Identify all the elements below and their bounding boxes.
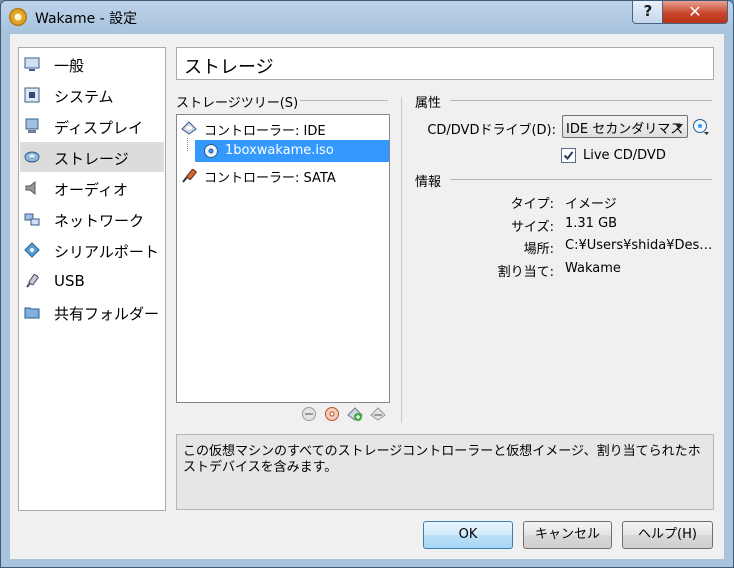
- ide-controller-icon: [181, 121, 197, 135]
- sidebar-item-label: USB: [54, 272, 85, 290]
- dialog-client: 一般 システム ディスプレイ ストレージ オーディオ ネットワーク シリアルポー…: [10, 34, 724, 559]
- cd-dvd-drive-value: IDE セカンダリマス: [566, 122, 684, 137]
- tree-row-label: コントローラー: SATA: [204, 171, 336, 186]
- serial-port-icon: [24, 242, 40, 258]
- settings-sidebar: 一般 システム ディスプレイ ストレージ オーディオ ネットワーク シリアルポー…: [18, 47, 166, 511]
- ok-button[interactable]: OK: [423, 521, 513, 549]
- usb-plug-icon: [26, 274, 39, 288]
- live-cd-label[interactable]: Live CD/DVD: [583, 148, 666, 163]
- sidebar-item-label: ストレージ: [54, 150, 129, 168]
- sidebar-item-display[interactable]: ディスプレイ: [20, 111, 164, 141]
- info-size-key: サイズ:: [511, 220, 554, 235]
- info-attached-value: Wakame: [565, 261, 621, 276]
- cd-dvd-drive-label: CD/DVDドライブ(D):: [427, 123, 556, 138]
- sidebar-item-label: ディスプレイ: [54, 119, 143, 137]
- cd-disc-icon: [204, 144, 218, 158]
- properties-label: 属性: [415, 96, 442, 111]
- sidebar-item-storage[interactable]: ストレージ: [20, 142, 164, 172]
- gear-app-icon: [9, 8, 27, 26]
- page-title-text: ストレージ: [184, 57, 274, 78]
- tree-row-iso[interactable]: 1boxwakame.iso: [195, 140, 389, 162]
- sidebar-item-system[interactable]: システム: [20, 80, 164, 110]
- close-button[interactable]: ✕: [662, 1, 728, 24]
- speaker-audio-icon: [25, 180, 36, 196]
- motherboard-chip-icon: [24, 87, 40, 103]
- sidebar-item-label: シリアルポート: [54, 243, 159, 261]
- vertical-divider: [401, 97, 402, 423]
- checkmark-icon: [563, 151, 574, 161]
- sidebar-item-serial-port[interactable]: シリアルポート: [20, 235, 164, 265]
- sidebar-item-usb[interactable]: USB: [20, 266, 164, 296]
- help-title-button[interactable]: ?: [632, 1, 664, 24]
- chevron-down-icon: [675, 124, 683, 129]
- description-text: この仮想マシンのすべてのストレージコントローラーと仮想イメージ、割り当てられたホ…: [183, 444, 701, 475]
- cd-dvd-drive-select[interactable]: IDE セカンダリマス: [562, 115, 688, 138]
- remove-attachment-icon[interactable]: [301, 406, 317, 422]
- tree-connector: [187, 138, 189, 151]
- info-size-value: 1.31 GB: [565, 216, 618, 231]
- storage-tree-label: ストレージツリー(S): [176, 96, 299, 111]
- network-icon: [24, 213, 40, 226]
- cancel-button[interactable]: キャンセル: [523, 521, 612, 549]
- info-attached-key: 割り当て:: [497, 265, 554, 280]
- info-label: 情報: [415, 175, 442, 190]
- sidebar-item-shared-folders[interactable]: 共有フォルダー: [20, 297, 164, 327]
- sidebar-item-label: 共有フォルダー: [54, 305, 160, 323]
- info-location-key: 場所:: [523, 242, 554, 257]
- divider: [450, 100, 712, 101]
- sidebar-item-audio[interactable]: オーディオ: [20, 173, 164, 203]
- settings-window: Wakame - 設定 ? ✕ 一般 システム ディスプレイ ストレージ オーデ…: [0, 0, 734, 568]
- sidebar-item-label: ネットワーク: [54, 212, 145, 230]
- sidebar-item-label: オーディオ: [54, 181, 128, 199]
- divider: [300, 100, 388, 101]
- description-panel: この仮想マシンのすべてのストレージコントローラーと仮想イメージ、割り当てられたホ…: [176, 434, 714, 510]
- live-cd-checkbox[interactable]: [561, 148, 576, 163]
- sata-controller-icon: [182, 168, 197, 183]
- shared-folder-icon: [24, 307, 40, 319]
- storage-disk-icon: [24, 151, 40, 163]
- add-cd-attachment-icon[interactable]: [324, 406, 340, 422]
- sidebar-item-label: 一般: [54, 57, 85, 75]
- title-bar[interactable]: Wakame - 設定 ? ✕: [1, 1, 733, 33]
- tree-row-label: 1boxwakame.iso: [225, 143, 334, 158]
- tree-row-ide-controller[interactable]: コントローラー: IDE: [177, 117, 389, 139]
- sidebar-item-label: システム: [54, 88, 114, 106]
- add-controller-icon[interactable]: [347, 406, 363, 422]
- sidebar-item-general[interactable]: 一般: [20, 49, 164, 79]
- remove-controller-icon[interactable]: [370, 406, 386, 422]
- info-location-value: C:¥Users¥shida¥Des…: [565, 238, 713, 253]
- choose-disk-image-icon[interactable]: [692, 118, 710, 136]
- help-button[interactable]: ヘルプ(H): [622, 521, 713, 549]
- info-type-value: イメージ: [565, 197, 617, 212]
- storage-tree[interactable]: コントローラー: IDE 1boxwakame.iso コントローラー: SAT…: [176, 114, 390, 403]
- tree-row-sata-controller[interactable]: コントローラー: SATA: [177, 164, 389, 186]
- divider: [450, 179, 712, 180]
- sidebar-item-network[interactable]: ネットワーク: [20, 204, 164, 234]
- info-type-key: タイプ:: [510, 197, 554, 212]
- monitor-general-icon: [24, 57, 40, 71]
- display-monitor-icon: [25, 118, 39, 133]
- tree-row-label: コントローラー: IDE: [204, 124, 326, 139]
- window-title: Wakame - 設定: [35, 11, 138, 27]
- page-title: ストレージ: [176, 47, 714, 80]
